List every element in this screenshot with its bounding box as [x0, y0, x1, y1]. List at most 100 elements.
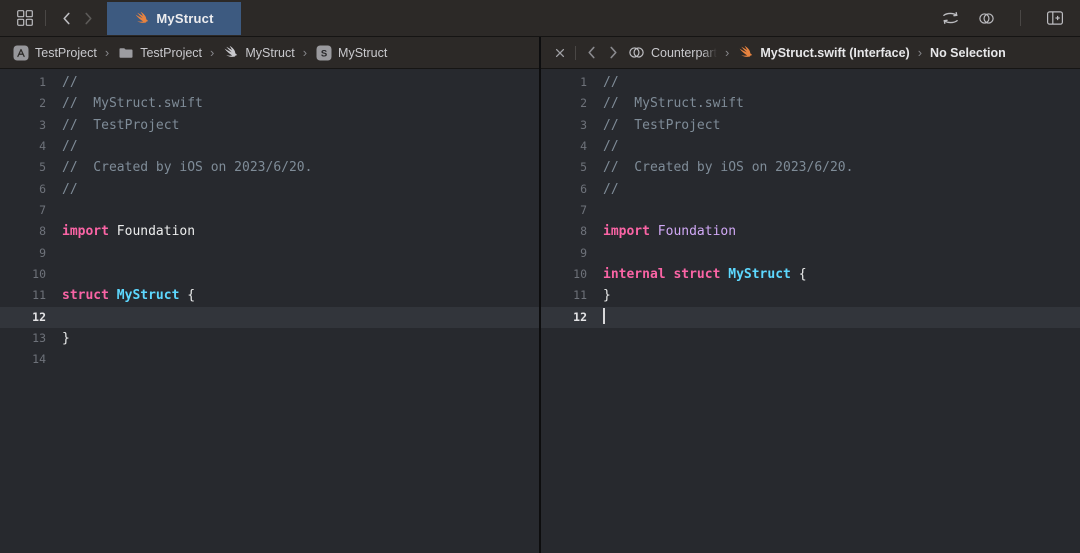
- code-text: //: [603, 75, 619, 90]
- line-number[interactable]: 4: [0, 136, 50, 157]
- line-number[interactable]: 1: [541, 72, 591, 93]
- folder-icon: [117, 44, 134, 61]
- text-cursor: [603, 307, 605, 324]
- code-line[interactable]: 7: [0, 200, 539, 221]
- line-number[interactable]: 4: [541, 136, 591, 157]
- code-line[interactable]: 12: [541, 306, 1080, 329]
- editor-pane-right: Counterpart › MyStruct.swift (Interface) › N…: [541, 37, 1080, 553]
- line-number[interactable]: 7: [541, 200, 591, 221]
- swift-icon: [737, 44, 754, 61]
- line-number[interactable]: 2: [0, 93, 50, 114]
- add-editor-icon[interactable]: [1044, 7, 1066, 29]
- toolbar-right-group: [939, 0, 1080, 36]
- svg-text:S: S: [320, 48, 326, 59]
- line-number[interactable]: 7: [0, 200, 50, 221]
- forward-chevron-icon[interactable]: [77, 7, 99, 29]
- line-number[interactable]: 9: [0, 243, 50, 264]
- code-text: struct MyStruct {: [62, 288, 196, 304]
- code-line[interactable]: 4 //: [541, 136, 1080, 157]
- code-line[interactable]: 8 import Foundation: [541, 221, 1080, 242]
- line-number[interactable]: 6: [541, 179, 591, 200]
- breadcrumb-label: TestProject: [140, 45, 203, 60]
- divider: [575, 45, 576, 60]
- code-line[interactable]: 13}: [0, 328, 539, 349]
- line-number[interactable]: 14: [0, 349, 50, 370]
- breadcrumb-label: No Selection: [930, 45, 1006, 60]
- source-editor-right[interactable]: 1 // 2 // MyStruct.swift 3 // TestProject 4 // 5…: [541, 69, 1080, 553]
- code-text: // TestProject: [603, 117, 721, 133]
- code-line[interactable]: 10 internal struct MyStruct {: [541, 264, 1080, 285]
- code-line[interactable]: 2 // MyStruct.swift: [0, 93, 539, 114]
- code-line[interactable]: 14: [0, 349, 539, 370]
- app-icon: [12, 44, 29, 61]
- code-line[interactable]: 12: [0, 306, 539, 329]
- code-text: //: [62, 181, 78, 197]
- line-number[interactable]: 2: [541, 93, 591, 114]
- line-number[interactable]: 12: [0, 307, 50, 328]
- code-line[interactable]: 2 // MyStruct.swift: [541, 93, 1080, 114]
- code-line[interactable]: 6 //: [541, 179, 1080, 200]
- line-number[interactable]: 5: [541, 157, 591, 178]
- struct-icon: S: [315, 44, 332, 61]
- code-line[interactable]: 1 //: [541, 72, 1080, 93]
- jump-bar-left: TestProject › TestProject › MyStruct › S MyStru…: [0, 37, 539, 69]
- back-chevron-icon[interactable]: [55, 7, 77, 29]
- breadcrumb-item[interactable]: S MyStruct: [315, 44, 387, 61]
- code-text: // Created by iOS on 2023/6/20.: [62, 160, 313, 176]
- breadcrumb-item[interactable]: MyStruct: [222, 44, 295, 61]
- breadcrumb-item[interactable]: TestProject: [12, 44, 97, 61]
- breadcrumb-separator: ›: [210, 45, 215, 60]
- breadcrumb-item[interactable]: TestProject: [117, 44, 202, 61]
- code-line[interactable]: 4 //: [0, 136, 539, 157]
- code-line[interactable]: 3 // TestProject: [0, 115, 539, 136]
- line-number[interactable]: 10: [0, 264, 50, 285]
- line-number[interactable]: 1: [0, 72, 50, 93]
- code-line[interactable]: 7: [541, 200, 1080, 221]
- breadcrumb-item[interactable]: MyStruct.swift (Interface): [737, 44, 910, 61]
- breadcrumb-item[interactable]: No Selection: [930, 46, 1006, 60]
- swift-icon: [222, 44, 239, 61]
- code-line[interactable]: 10: [0, 264, 539, 285]
- code-line[interactable]: 9: [541, 243, 1080, 264]
- code-review-icon[interactable]: [939, 7, 961, 29]
- swift-icon: [134, 11, 149, 26]
- line-number[interactable]: 9: [541, 243, 591, 264]
- line-number[interactable]: 3: [0, 115, 50, 136]
- source-editor-left[interactable]: 1 // 2 // MyStruct.swift 3 // TestProject 4 // 5…: [0, 69, 539, 553]
- code-text: internal struct MyStruct {: [603, 267, 807, 283]
- line-number[interactable]: 3: [541, 115, 591, 136]
- tab-mystruct[interactable]: MyStruct: [107, 2, 241, 35]
- code-line[interactable]: 6 //: [0, 179, 539, 200]
- code-line[interactable]: 5 // Created by iOS on 2023/6/20.: [0, 157, 539, 178]
- counterparts-icon[interactable]: [975, 7, 997, 29]
- close-editor-icon[interactable]: [551, 44, 569, 62]
- line-number[interactable]: 11: [541, 285, 591, 306]
- related-items-icon[interactable]: [14, 7, 36, 29]
- code-text: }: [603, 288, 611, 304]
- code-line[interactable]: 5 // Created by iOS on 2023/6/20.: [541, 157, 1080, 178]
- line-number[interactable]: 12: [541, 307, 591, 328]
- code-text: //: [62, 75, 78, 90]
- line-number[interactable]: 10: [541, 264, 591, 285]
- code-text: //: [603, 181, 619, 197]
- code-text: import Foundation: [603, 224, 737, 240]
- code-line[interactable]: 3 // TestProject: [541, 115, 1080, 136]
- back-chevron-icon[interactable]: [582, 44, 600, 62]
- code-line[interactable]: 9: [0, 243, 539, 264]
- breadcrumb-item[interactable]: Counterpart: [628, 44, 717, 61]
- jump-bar-right: Counterpart › MyStruct.swift (Interface) › N…: [541, 37, 1080, 69]
- line-number[interactable]: 8: [0, 221, 50, 242]
- code-line[interactable]: 11 struct MyStruct {: [0, 285, 539, 306]
- line-number[interactable]: 13: [0, 328, 50, 349]
- code-line[interactable]: 11}: [541, 285, 1080, 306]
- line-number[interactable]: 6: [0, 179, 50, 200]
- line-number[interactable]: 5: [0, 157, 50, 178]
- code-line[interactable]: 8 import Foundation: [0, 221, 539, 242]
- code-line[interactable]: 1 //: [0, 72, 539, 93]
- line-number[interactable]: 8: [541, 221, 591, 242]
- line-number[interactable]: 11: [0, 285, 50, 306]
- forward-chevron-icon[interactable]: [604, 44, 622, 62]
- editor-pane-left: TestProject › TestProject › MyStruct › S MyStru…: [0, 37, 539, 553]
